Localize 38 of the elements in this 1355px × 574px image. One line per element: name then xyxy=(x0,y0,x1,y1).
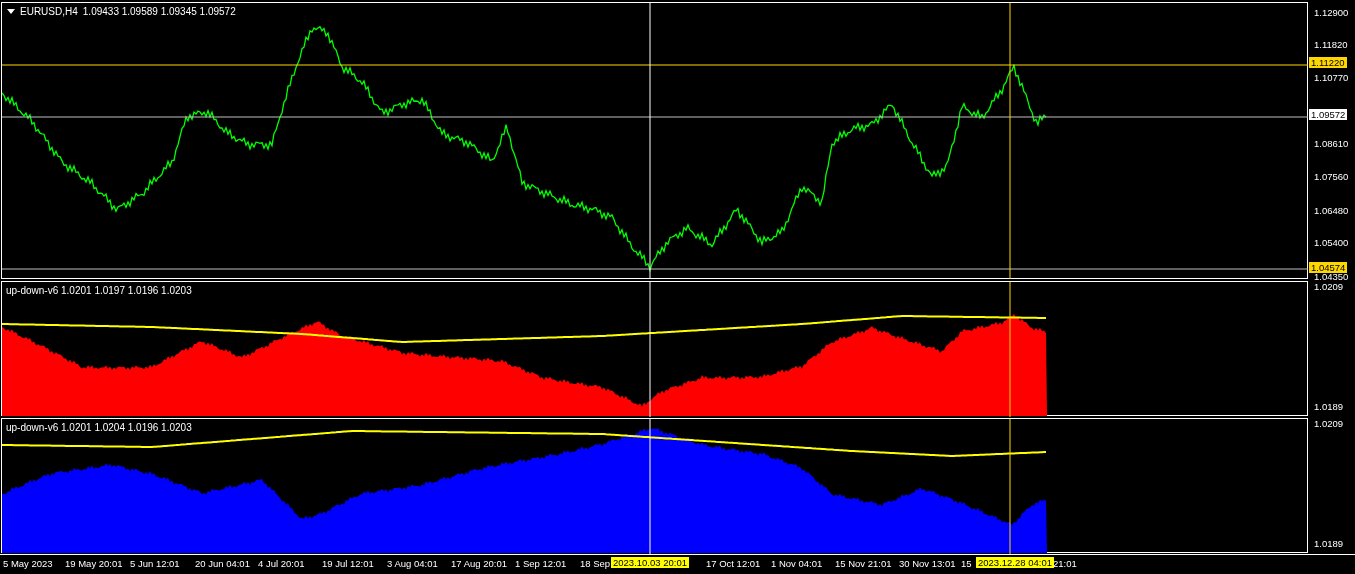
price-tick-label: 1.07560 xyxy=(1314,171,1349,182)
time-tick-label: 18 Sep xyxy=(580,558,611,569)
time-tick-label: 19 Jul 12:01 xyxy=(322,558,374,569)
crosshair-price-label: 1.04574 xyxy=(1309,262,1348,273)
symbol-label: EURUSD,H4 xyxy=(20,6,78,17)
time-tick-label: 4 Jul 20:01 xyxy=(258,558,305,569)
price-tick-label: 1.10770 xyxy=(1314,72,1349,83)
indicator-label: up-down-v6 1.0201 1.0197 1.0196 1.0203 xyxy=(6,285,192,296)
price-tick-label: 1.11820 xyxy=(1314,39,1348,50)
dropdown-triangle-icon[interactable] xyxy=(7,9,15,14)
indicator-tick-label: 1.0189 xyxy=(1314,401,1344,412)
time-tick-label: 5 Jun 12:01 xyxy=(130,558,180,569)
time-tick-label: 17 Oct 12:01 xyxy=(706,558,761,569)
indicator-tick-label: 1.0189 xyxy=(1314,538,1344,549)
price-tick-label: 1.08610 xyxy=(1314,138,1349,149)
current-price-label: 1.09572 xyxy=(1309,109,1348,120)
time-tick-label: 15 xyxy=(961,558,972,569)
time-tick-label: 20 Jun 04:01 xyxy=(195,558,250,569)
time-tick-label: 21:01 xyxy=(1053,558,1077,569)
time-tick-label: 1 Sep 12:01 xyxy=(515,558,567,569)
price-tick-label: 1.04350 xyxy=(1314,271,1349,282)
time-tick-label: 19 May 20:01 xyxy=(65,558,123,569)
indicator-tick-label: 1.0209 xyxy=(1314,418,1344,429)
time-tick-label: 17 Aug 20:01 xyxy=(451,558,507,569)
time-tick-label: 5 May 2023 xyxy=(3,558,53,569)
time-tick-label: 30 Nov 13:01 xyxy=(899,558,956,569)
crosshair-time-label: 2023.10.03 20:01 xyxy=(611,557,689,568)
crosshair-time-label: 2023.12.28 04:01 xyxy=(976,557,1054,568)
time-tick-label: 3 Aug 04:01 xyxy=(387,558,438,569)
price-tick-label: 1.05400 xyxy=(1314,237,1349,248)
indicator-tick-label: 1.0209 xyxy=(1314,281,1344,292)
ohlc-values: 1.09433 1.09589 1.09345 1.09572 xyxy=(82,6,236,17)
time-tick-label: 1 Nov 04:01 xyxy=(771,558,823,569)
price-tick-label: 1.12900 xyxy=(1314,7,1349,18)
price-tick-label: 1.06480 xyxy=(1314,205,1349,216)
crosshair-price-label: 1.11220 xyxy=(1309,57,1347,68)
indicator-label: up-down-v6 1.0201 1.0204 1.0196 1.0203 xyxy=(6,422,192,433)
time-tick-label: 15 Nov 21:01 xyxy=(835,558,892,569)
